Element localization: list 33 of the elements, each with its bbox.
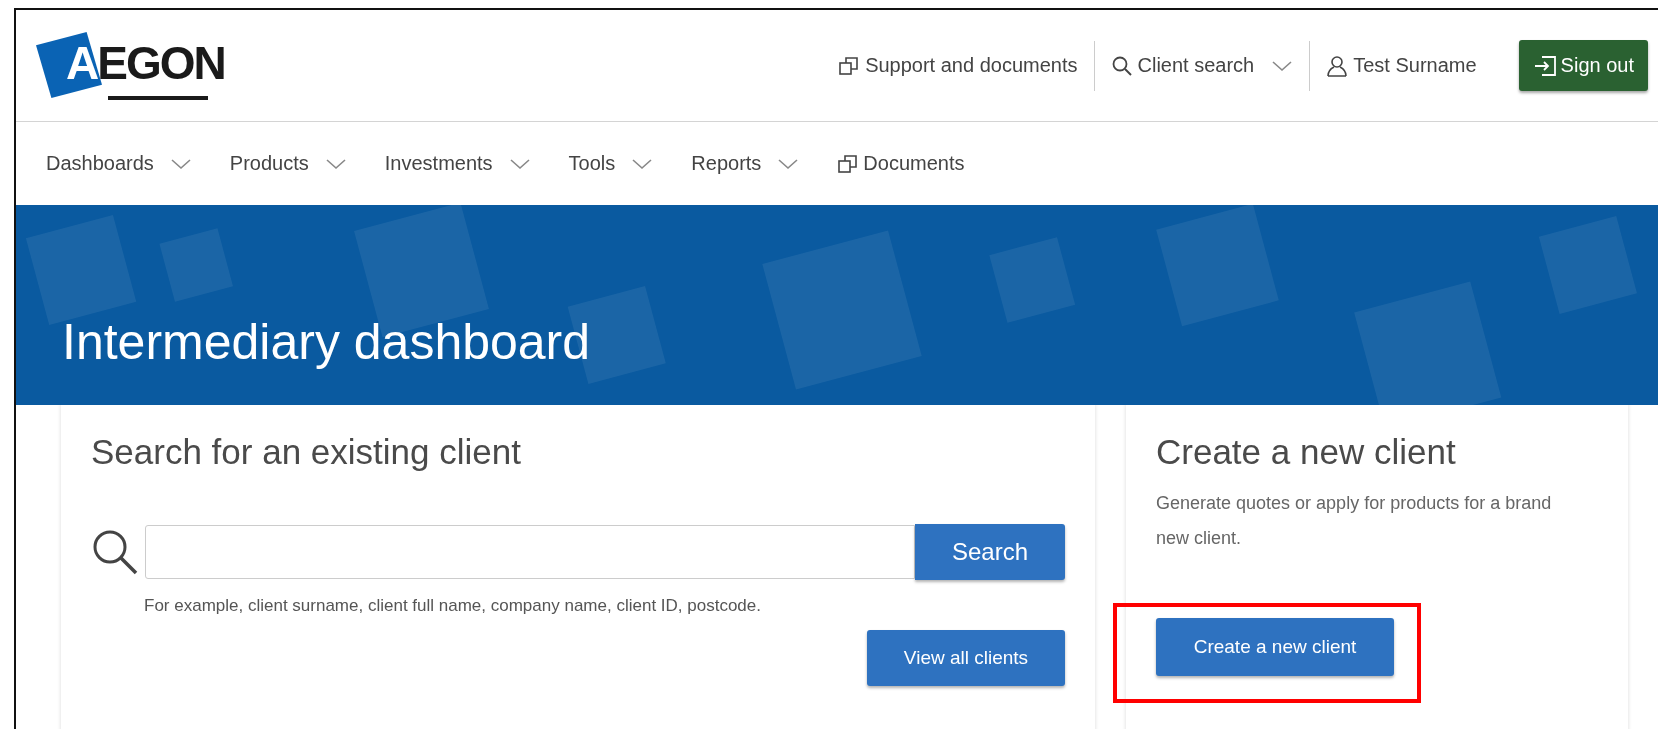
search-hint: For example, client surname, client full name, company name, client ID, postcode. [144, 596, 762, 616]
client-search-dropdown[interactable]: Client search [1094, 54, 1310, 77]
page-title: Intermediary dashboard [62, 313, 591, 371]
card-title: Create a new client [1156, 431, 1457, 472]
chevron-down-icon [324, 157, 347, 170]
search-icon [1110, 54, 1133, 77]
chevron-down-icon [508, 157, 531, 170]
search-button[interactable]: Search [915, 524, 1065, 580]
nav-menu-item[interactable]: Investments [384, 152, 531, 175]
sign-out-button[interactable]: Sign out [1518, 40, 1648, 91]
chevron-down-icon [777, 157, 800, 170]
card-title: Search for an existing client [91, 431, 522, 472]
card-description: Generate quotes or apply for products for a brand new client. [1156, 492, 1553, 550]
logo[interactable]: AEGON [36, 25, 236, 106]
search-icon [91, 528, 139, 576]
external-window-icon [838, 54, 861, 77]
external-window-icon [837, 152, 860, 175]
user-icon [1326, 54, 1349, 77]
nav-menu-item[interactable]: Products [229, 152, 347, 175]
create-client-button[interactable]: Create a new client [1156, 618, 1394, 676]
logo-text: AEGON [66, 39, 225, 86]
chevron-down-icon [631, 157, 654, 170]
nav-menu-item[interactable]: Documents [837, 152, 965, 175]
nav-menu-item[interactable]: Reports [691, 152, 800, 175]
chevron-down-icon [169, 157, 192, 170]
nav-menu-item[interactable]: Dashboards [46, 152, 192, 175]
view-all-clients-button[interactable]: View all clients [867, 630, 1065, 686]
nav-menu-item[interactable]: Tools [568, 152, 654, 175]
user-link[interactable]: Test Surname [1310, 54, 1493, 77]
support-link[interactable]: Support and documents [822, 54, 1094, 77]
chevron-down-icon [1271, 59, 1294, 72]
search-field[interactable] [145, 525, 915, 579]
sign-in-arrow-icon [1532, 54, 1557, 77]
